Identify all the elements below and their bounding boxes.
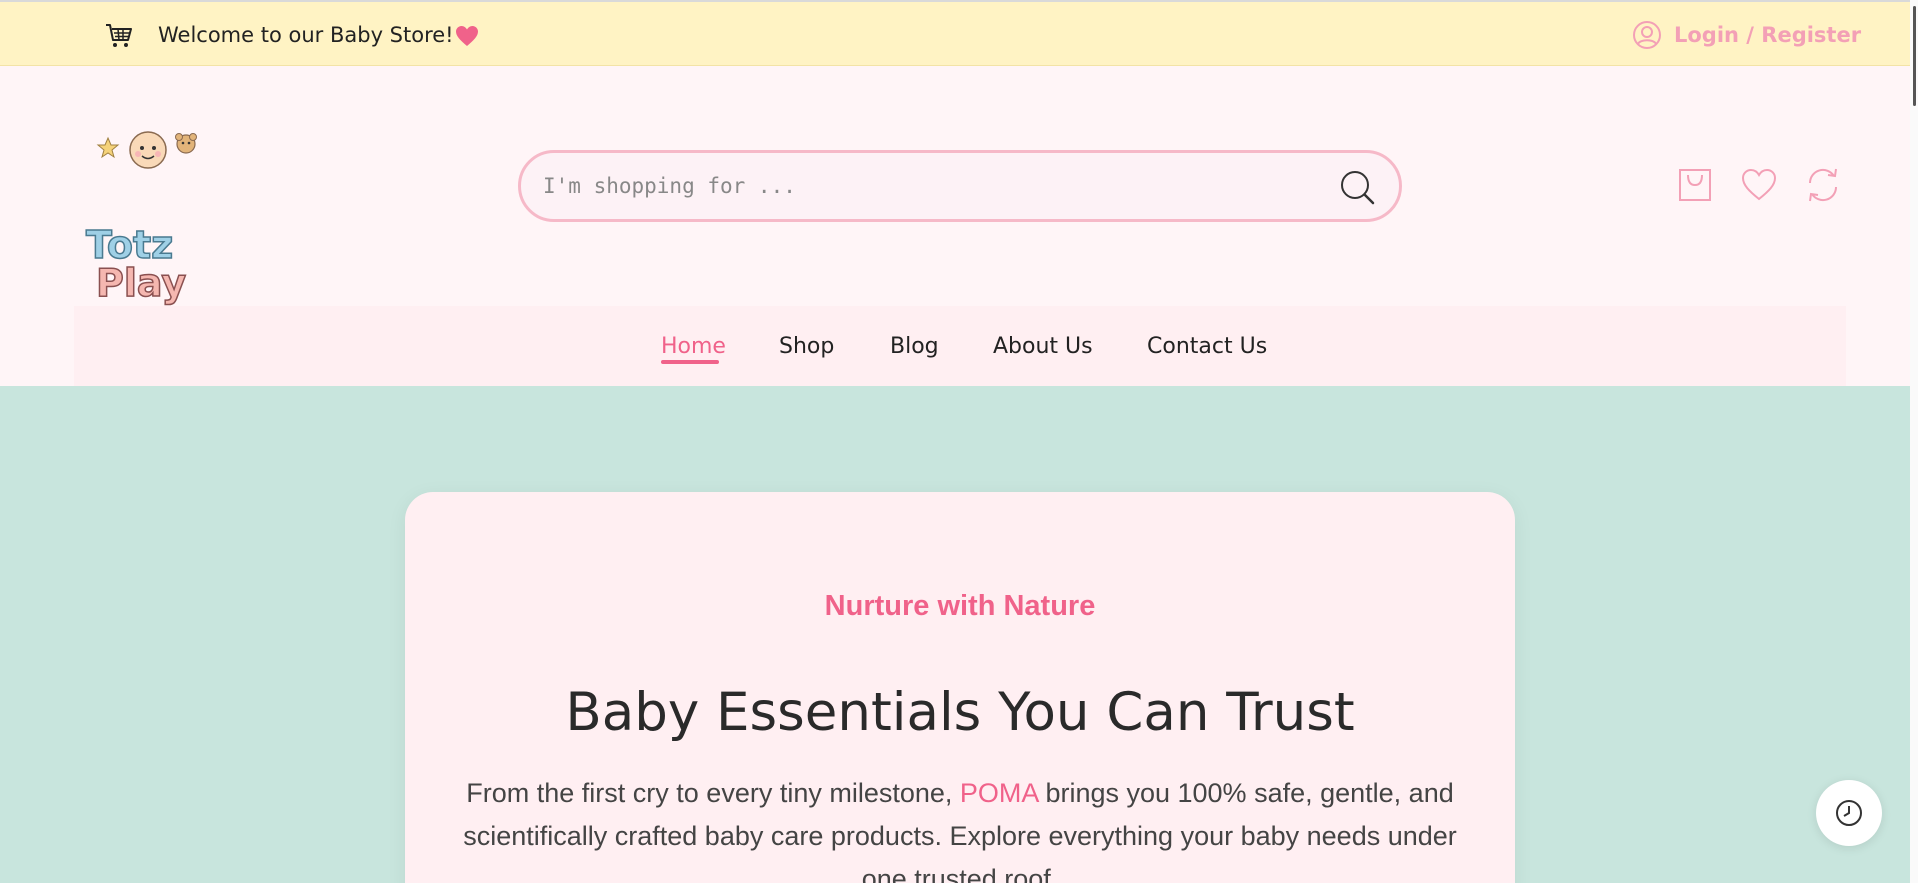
login-register-link[interactable]: Login / Register — [1674, 23, 1861, 47]
history-button[interactable] — [1816, 780, 1882, 846]
logo-word-2: Play — [95, 261, 187, 305]
hero-section: Nurture with Nature Baby Essentials You … — [0, 386, 1918, 883]
logo-word-1: Totz — [85, 223, 174, 267]
logo-text: Totz Play — [85, 223, 204, 305]
hero-description: From the first cry to every tiny milesto… — [445, 772, 1475, 883]
nav-item-about-us[interactable]: About Us — [993, 334, 1093, 359]
page-scrollbar[interactable] — [1910, 0, 1918, 883]
nav-item-blog[interactable]: Blog — [890, 334, 939, 359]
nav-active-underline — [661, 360, 719, 364]
hero-tagline: Nurture with Nature — [824, 590, 1096, 622]
scrollbar-thumb[interactable] — [1913, 6, 1916, 106]
compare-refresh-icon[interactable] — [1804, 166, 1842, 204]
hero-title: Baby Essentials You Can Trust — [565, 682, 1355, 743]
clock-history-icon — [1836, 800, 1862, 826]
hero-card: Nurture with Nature Baby Essentials You … — [405, 492, 1515, 883]
search-bar — [518, 150, 1402, 222]
top-bar: Welcome to our Baby Store! Login / Regis… — [0, 0, 1918, 66]
cart-icon — [106, 24, 132, 47]
shopping-bag-icon[interactable] — [1676, 166, 1714, 204]
store-logo[interactable] — [86, 126, 204, 238]
wishlist-heart-icon[interactable] — [1740, 166, 1778, 204]
header: Totz Play — [0, 66, 1918, 306]
hero-desc-part-1: From the first cry to every tiny milesto… — [466, 778, 960, 808]
search-icon[interactable] — [1339, 169, 1377, 207]
welcome-text: Welcome to our Baby Store! — [158, 23, 454, 47]
search-input[interactable] — [543, 167, 1323, 205]
hero-brand-name: POMA — [959, 778, 1038, 808]
heart-icon — [456, 26, 478, 46]
nav-item-shop[interactable]: Shop — [779, 334, 834, 359]
nav-item-contact-us[interactable]: Contact Us — [1147, 334, 1267, 359]
user-icon[interactable] — [1632, 20, 1662, 50]
nav-item-home[interactable]: Home — [661, 334, 726, 359]
main-nav: Home Shop Blog About Us Contact Us — [74, 306, 1846, 386]
